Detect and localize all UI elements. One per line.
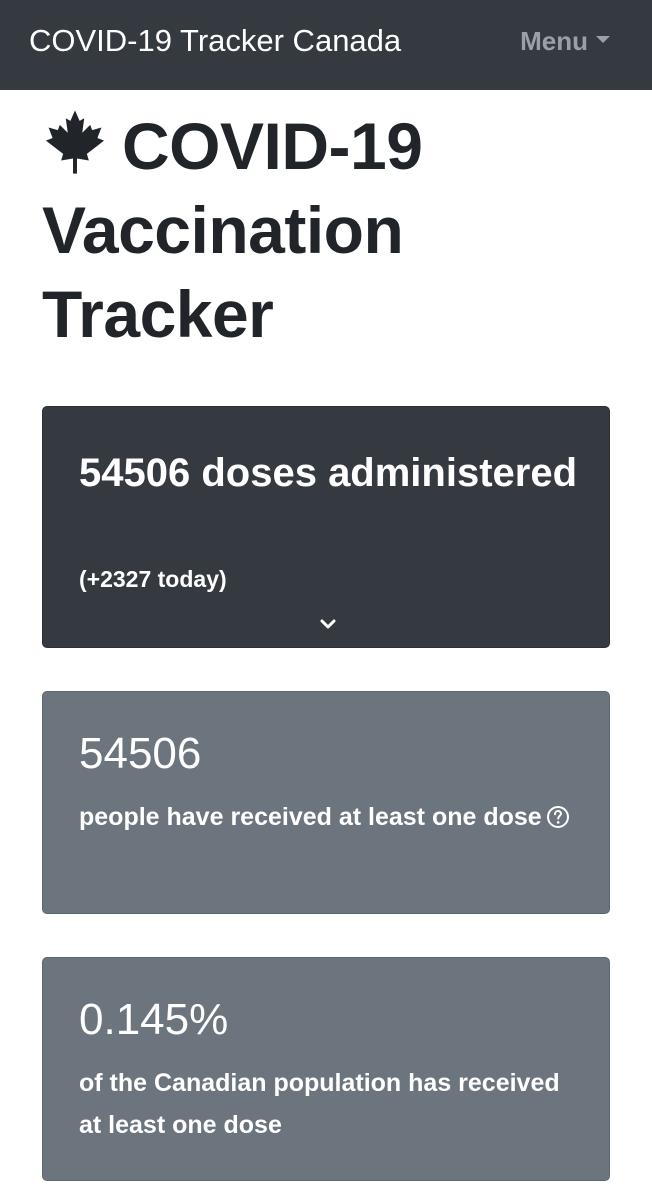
- chevron-down-icon[interactable]: [319, 615, 337, 633]
- doses-today: (+2327 today): [79, 566, 227, 592]
- population-percent-description: of the Canadian population has received …: [79, 1069, 560, 1139]
- population-percent-value: 0.145%: [79, 995, 229, 1044]
- people-vaccinated-description: people have received at least one dose: [79, 796, 579, 838]
- people-vaccinated-text: people have received at least one dose: [79, 803, 542, 831]
- population-percent-card: 0.145% of the Canadian population has re…: [42, 957, 610, 1181]
- doses-administered-card[interactable]: 54506 doses administered: [42, 406, 610, 648]
- page-title: COVID-19 Vaccination Tracker: [42, 104, 602, 356]
- navbar: COVID-19 Tracker Canada Menu: [0, 0, 652, 90]
- question-circle-icon[interactable]: [546, 805, 570, 829]
- menu-label: Menu: [520, 26, 588, 56]
- brand-link[interactable]: COVID-19 Tracker Canada: [29, 22, 401, 59]
- people-vaccinated-value: 54506: [79, 729, 202, 778]
- caret-down-icon: [596, 36, 610, 44]
- menu-toggle-button[interactable]: Menu: [520, 26, 610, 57]
- maple-leaf-icon: [45, 110, 105, 174]
- doses-headline: 54506 doses administered: [79, 451, 578, 495]
- people-vaccinated-card: 54506 people have received at least one …: [42, 691, 610, 914]
